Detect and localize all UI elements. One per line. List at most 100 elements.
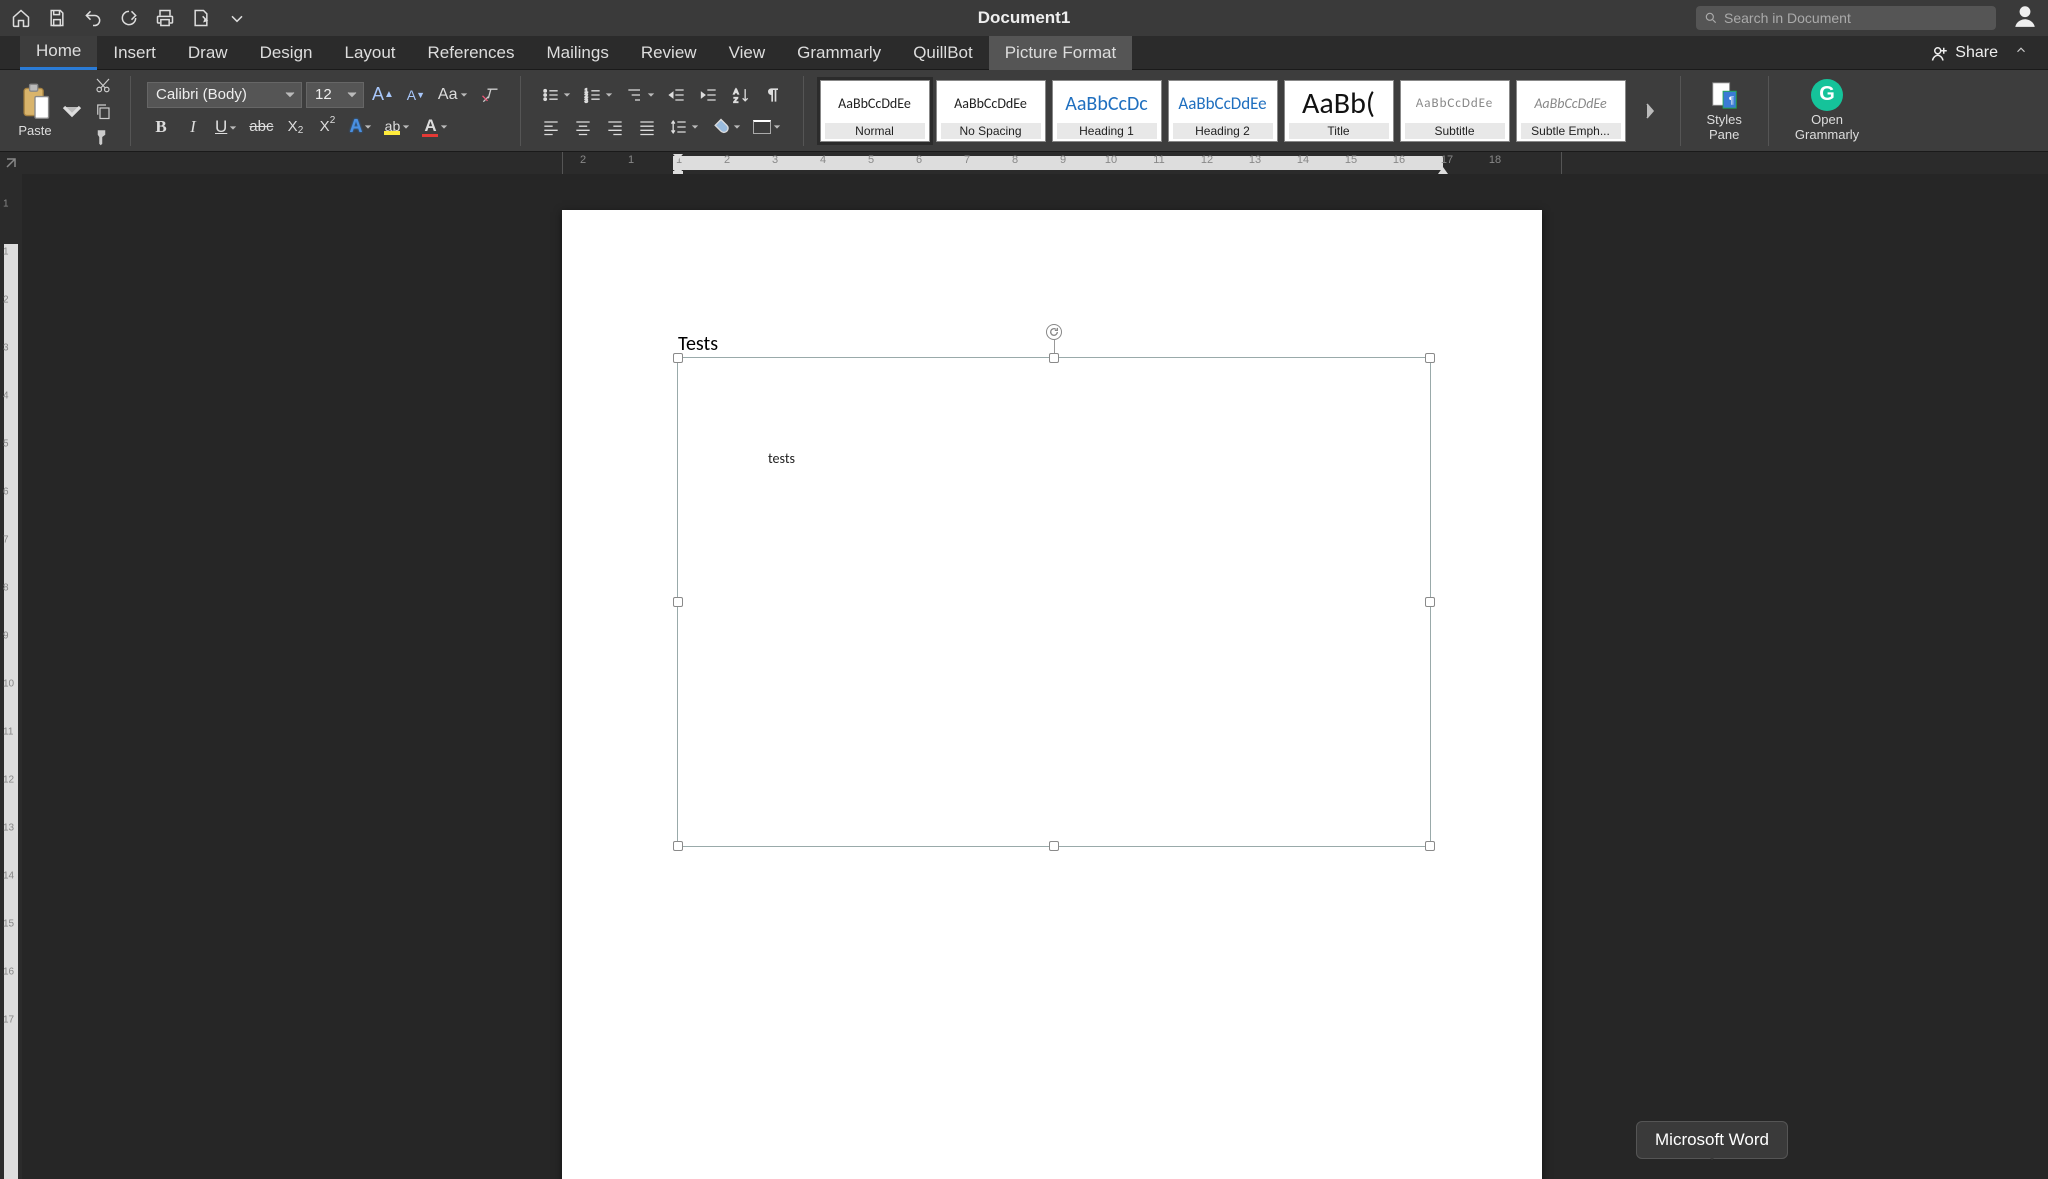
superscript-button[interactable]: X2: [313, 113, 341, 141]
search-input[interactable]: Search in Document: [1696, 6, 1996, 30]
tab-grammarly[interactable]: Grammarly: [781, 36, 897, 70]
tab-references[interactable]: References: [412, 36, 531, 70]
resize-handle-b[interactable]: [1049, 841, 1059, 851]
justify-button[interactable]: [633, 113, 661, 141]
shrink-font-button[interactable]: A▼: [402, 81, 430, 109]
resize-handle-t[interactable]: [1049, 353, 1059, 363]
tab-view[interactable]: View: [713, 36, 782, 70]
share-button[interactable]: Share: [1923, 40, 2006, 66]
italic-button[interactable]: I: [179, 113, 207, 141]
style-tile-nospacing[interactable]: AaBbCcDdEeNo Spacing: [936, 80, 1046, 142]
increase-indent-button[interactable]: [695, 81, 723, 109]
document-text-line1[interactable]: Tests: [678, 332, 718, 356]
edit-doc-icon[interactable]: [190, 7, 212, 29]
tab-insert[interactable]: Insert: [97, 36, 172, 70]
paragraph-group: 123 AZ: [537, 81, 787, 141]
style-tile-subtle[interactable]: AaBbCcDdEeSubtle Emph...: [1516, 80, 1626, 142]
horizontal-ruler[interactable]: 21123456789101112131415161718: [562, 152, 1562, 174]
resize-handle-tl[interactable]: [673, 353, 683, 363]
picture-inner-text: tests: [768, 450, 795, 467]
document-area: 11234567891011121314151617 Tests tests M: [0, 174, 2048, 1179]
font-color-button[interactable]: A: [418, 113, 452, 141]
strikethrough-button[interactable]: abc: [245, 113, 277, 141]
text-effects-button[interactable]: A: [345, 113, 376, 141]
grow-font-button[interactable]: A▲: [368, 81, 398, 109]
save-icon[interactable]: [46, 7, 68, 29]
tab-picture-format[interactable]: Picture Format: [989, 36, 1132, 70]
align-right-button[interactable]: [601, 113, 629, 141]
styles-gallery-more[interactable]: [1636, 97, 1664, 125]
print-icon[interactable]: [154, 7, 176, 29]
copy-icon[interactable]: [92, 101, 114, 121]
right-indent-icon[interactable]: [1437, 162, 1449, 174]
ribbon: Paste Calibri (Body) 12 A▲ A▼ Aa B I U a…: [0, 70, 2048, 152]
style-tile-heading1[interactable]: AaBbCcDcHeading 1: [1052, 80, 1162, 142]
vertical-ruler[interactable]: 11234567891011121314151617: [0, 174, 22, 1179]
ribbon-tabs: Home Insert Draw Design Layout Reference…: [0, 36, 2048, 70]
line-spacing-button[interactable]: [665, 113, 703, 141]
tab-review[interactable]: Review: [625, 36, 713, 70]
align-left-button[interactable]: [537, 113, 565, 141]
redo-icon[interactable]: [118, 7, 140, 29]
page: Tests tests: [562, 210, 1542, 1179]
cut-icon[interactable]: [92, 75, 114, 95]
resize-handle-r[interactable]: [1425, 597, 1435, 607]
indent-marker-icon[interactable]: [671, 152, 685, 174]
search-placeholder: Search in Document: [1724, 10, 1851, 26]
paste-button[interactable]: Paste: [18, 83, 52, 138]
tab-mailings[interactable]: Mailings: [530, 36, 624, 70]
ruler-row: 21123456789101112131415161718: [0, 152, 2048, 174]
tab-layout[interactable]: Layout: [328, 36, 411, 70]
style-tile-normal[interactable]: AaBbCcDdEeNormal: [820, 80, 930, 142]
account-icon[interactable]: [2012, 3, 2038, 34]
align-center-button[interactable]: [569, 113, 597, 141]
clear-formatting-button[interactable]: [476, 81, 504, 109]
collapse-ribbon-icon[interactable]: [2014, 43, 2028, 62]
change-case-button[interactable]: Aa: [434, 81, 472, 109]
toolbar-overflow-icon[interactable]: [226, 7, 248, 29]
document-canvas[interactable]: Tests tests Microsoft Word: [22, 174, 2048, 1179]
styles-pane-button[interactable]: ¶ Styles Pane: [1697, 79, 1752, 143]
decrease-indent-button[interactable]: [663, 81, 691, 109]
bold-button[interactable]: B: [147, 113, 175, 141]
resize-handle-tr[interactable]: [1425, 353, 1435, 363]
resize-handle-l[interactable]: [673, 597, 683, 607]
svg-text:Z: Z: [733, 95, 738, 104]
font-size-select[interactable]: 12: [306, 82, 364, 108]
styles-gallery: AaBbCcDdEeNormalAaBbCcDdEeNo SpacingAaBb…: [820, 80, 1626, 142]
borders-button[interactable]: [749, 113, 785, 141]
style-tile-title[interactable]: AaBb(Title: [1284, 80, 1394, 142]
undo-icon[interactable]: [82, 7, 104, 29]
resize-handle-br[interactable]: [1425, 841, 1435, 851]
multilevel-list-button[interactable]: [621, 81, 659, 109]
underline-button[interactable]: U: [211, 113, 241, 141]
svg-text:3: 3: [584, 98, 587, 104]
tab-quillbot[interactable]: QuillBot: [897, 36, 989, 70]
style-tile-subtitle[interactable]: AaBbCcDdEeSubtitle: [1400, 80, 1510, 142]
svg-text:¶: ¶: [1729, 95, 1735, 106]
show-marks-button[interactable]: [759, 81, 787, 109]
paste-dropdown[interactable]: [58, 97, 86, 125]
home-icon[interactable]: [10, 7, 32, 29]
ruler-corner[interactable]: [0, 152, 22, 174]
bullets-button[interactable]: [537, 81, 575, 109]
open-grammarly-button[interactable]: G Open Grammarly: [1785, 79, 1869, 143]
selected-picture-frame[interactable]: tests: [677, 357, 1431, 847]
resize-handle-bl[interactable]: [673, 841, 683, 851]
tab-design[interactable]: Design: [244, 36, 329, 70]
shading-button[interactable]: [707, 113, 745, 141]
numbering-button[interactable]: 123: [579, 81, 617, 109]
quick-access-toolbar: [10, 7, 248, 29]
highlight-button[interactable]: ab: [380, 113, 414, 141]
document-title: Document1: [978, 8, 1071, 28]
tab-draw[interactable]: Draw: [172, 36, 244, 70]
subscript-button[interactable]: X2: [281, 113, 309, 141]
sort-button[interactable]: AZ: [727, 81, 755, 109]
format-painter-icon[interactable]: [92, 127, 114, 147]
dock-tooltip: Microsoft Word: [1636, 1121, 1788, 1159]
titlebar: Document1 Search in Document: [0, 0, 2048, 36]
style-tile-heading2[interactable]: AaBbCcDdEeHeading 2: [1168, 80, 1278, 142]
font-name-select[interactable]: Calibri (Body): [147, 82, 302, 108]
tab-home[interactable]: Home: [20, 36, 97, 70]
font-group: Calibri (Body) 12 A▲ A▼ Aa B I U abc X2 …: [147, 81, 504, 141]
